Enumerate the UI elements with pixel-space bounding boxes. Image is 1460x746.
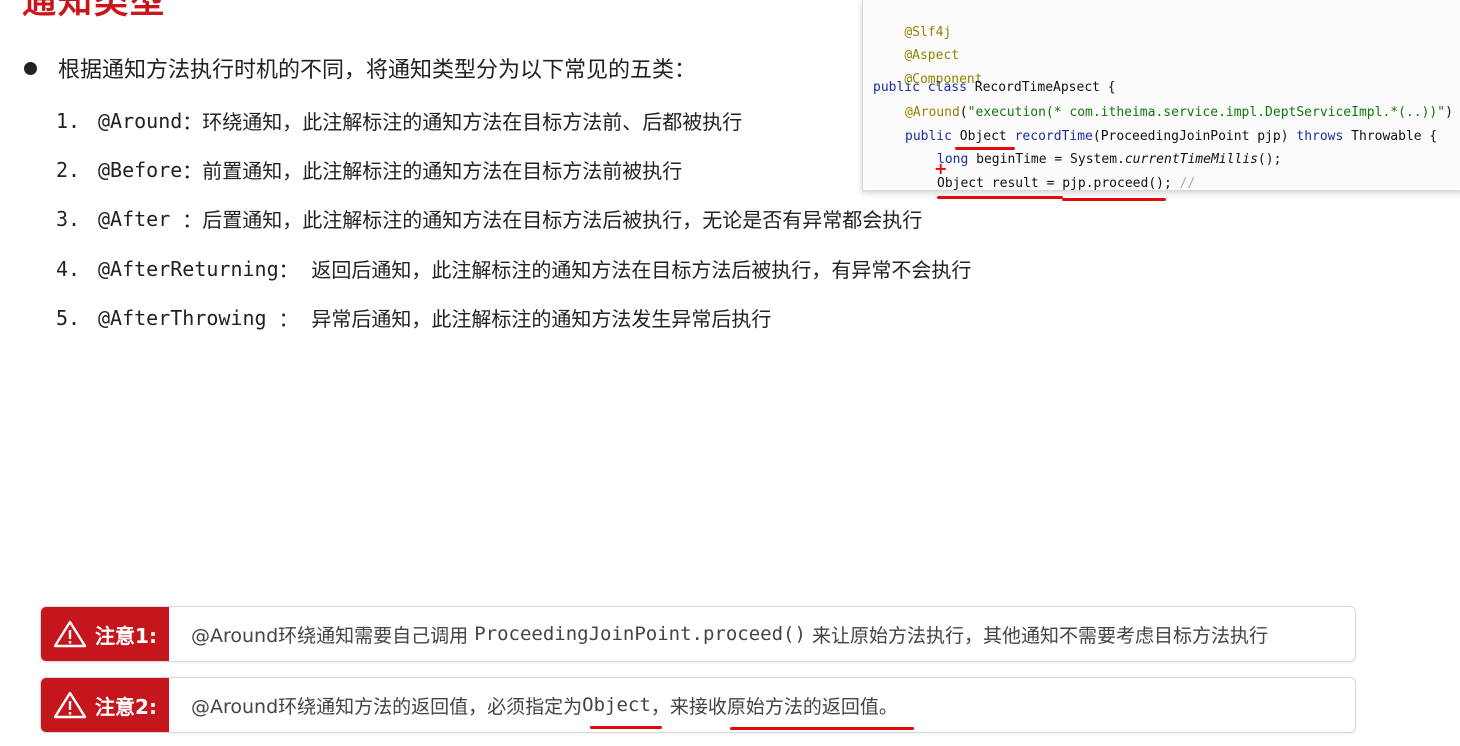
note-label-text: 注意1: — [95, 623, 157, 648]
code-line-4: public class RecordTimeApsect { — [873, 80, 1116, 95]
note-1: 注意1: @Around环绕通知需要自己调用 ProceedingJoinPoi… — [40, 606, 1356, 662]
item-separator: ： — [182, 110, 203, 134]
list-item: 4. @AfterReturning ： 返回后通知，此注解标注的通知方法在目标… — [56, 254, 971, 283]
note-1-text: @Around环绕通知需要自己调用 ProceedingJoinPoint.pr… — [191, 623, 1268, 647]
warning-triangle-icon — [53, 691, 87, 719]
underline-return-value-note — [730, 727, 914, 730]
item-description: 异常后通知，此注解标注的通知方法发生异常后执行 — [311, 307, 772, 331]
item-annotation: @AfterReturning — [98, 256, 279, 281]
item-annotation: @Around — [98, 108, 183, 133]
note-2-text: @Around环绕通知方法的返回值，必须指定为 Object ，来接收原始方法的返回… — [191, 694, 898, 718]
list-item: 5. @AfterThrowing ： 异常后通知，此注解标注的通知方法发生异常… — [56, 303, 771, 332]
item-description: 前置通知，此注解标注的通知方法在目标方法前被执行 — [202, 159, 683, 183]
code-line-8: Object result = pjp.proceed(); // — [937, 176, 1196, 191]
cursor-plus-icon: + — [934, 159, 948, 178]
list-item: 1. @Around ： 环绕通知，此注解标注的通知方法在目标方法前、后都被执行 — [56, 106, 742, 135]
intro-line: 根据通知方法执行时机的不同，将通知类型分为以下常见的五类： — [24, 52, 696, 84]
item-separator: ： — [278, 307, 312, 331]
item-separator: ： — [278, 258, 312, 282]
code-line-6: public Object recordTime(ProceedingJoinP… — [905, 129, 1438, 144]
item-number: 1. — [56, 108, 81, 133]
item-separator: ： — [182, 159, 203, 183]
underline-object-result — [937, 196, 1063, 199]
slide-title: 通知类型 — [22, 0, 166, 22]
note-2-label: 注意2: — [41, 678, 169, 732]
underline-object-type — [955, 147, 1015, 150]
item-number: 3. — [56, 206, 81, 231]
item-number: 4. — [56, 256, 81, 281]
code-snippet: @Slf4j @Aspect @Component public class R… — [862, 0, 1460, 191]
item-number: 2. — [56, 157, 81, 182]
item-annotation: @After — [98, 206, 183, 231]
item-description: 后置通知，此注解标注的通知方法在目标方法后被执行，无论是否有异常都会执行 — [202, 208, 923, 232]
item-annotation: @AfterThrowing — [98, 305, 279, 330]
warning-triangle-icon — [53, 620, 87, 648]
item-number: 5. — [56, 305, 81, 330]
bullet-dot-icon — [24, 61, 37, 75]
code-line-5: @Around("execution(* com.itheima.service… — [905, 105, 1453, 120]
note-1-label: 注意1: — [41, 607, 169, 661]
note-2: 注意2: @Around环绕通知方法的返回值，必须指定为 Object ，来接收原始… — [40, 677, 1356, 733]
note-label-text: 注意2: — [95, 694, 157, 719]
intro-text: 根据通知方法执行时机的不同，将通知类型分为以下常见的五类： — [58, 58, 697, 83]
item-annotation: @Before — [98, 157, 183, 182]
list-item: 3. @After ： 后置通知，此注解标注的通知方法在目标方法后被执行，无论是… — [56, 204, 922, 233]
item-separator: ： — [182, 208, 203, 232]
underline-proceed-call — [1062, 198, 1166, 201]
code-line-7: long beginTime = System.currentTimeMilli… — [937, 152, 1282, 167]
item-description: 返回后通知，此注解标注的通知方法在目标方法后被执行，有异常不会执行 — [311, 258, 972, 282]
list-item: 2. @Before ： 前置通知，此注解标注的通知方法在目标方法前被执行 — [56, 155, 682, 184]
item-description: 环绕通知，此注解标注的通知方法在目标方法前、后都被执行 — [202, 110, 743, 134]
underline-object-note — [590, 726, 662, 729]
